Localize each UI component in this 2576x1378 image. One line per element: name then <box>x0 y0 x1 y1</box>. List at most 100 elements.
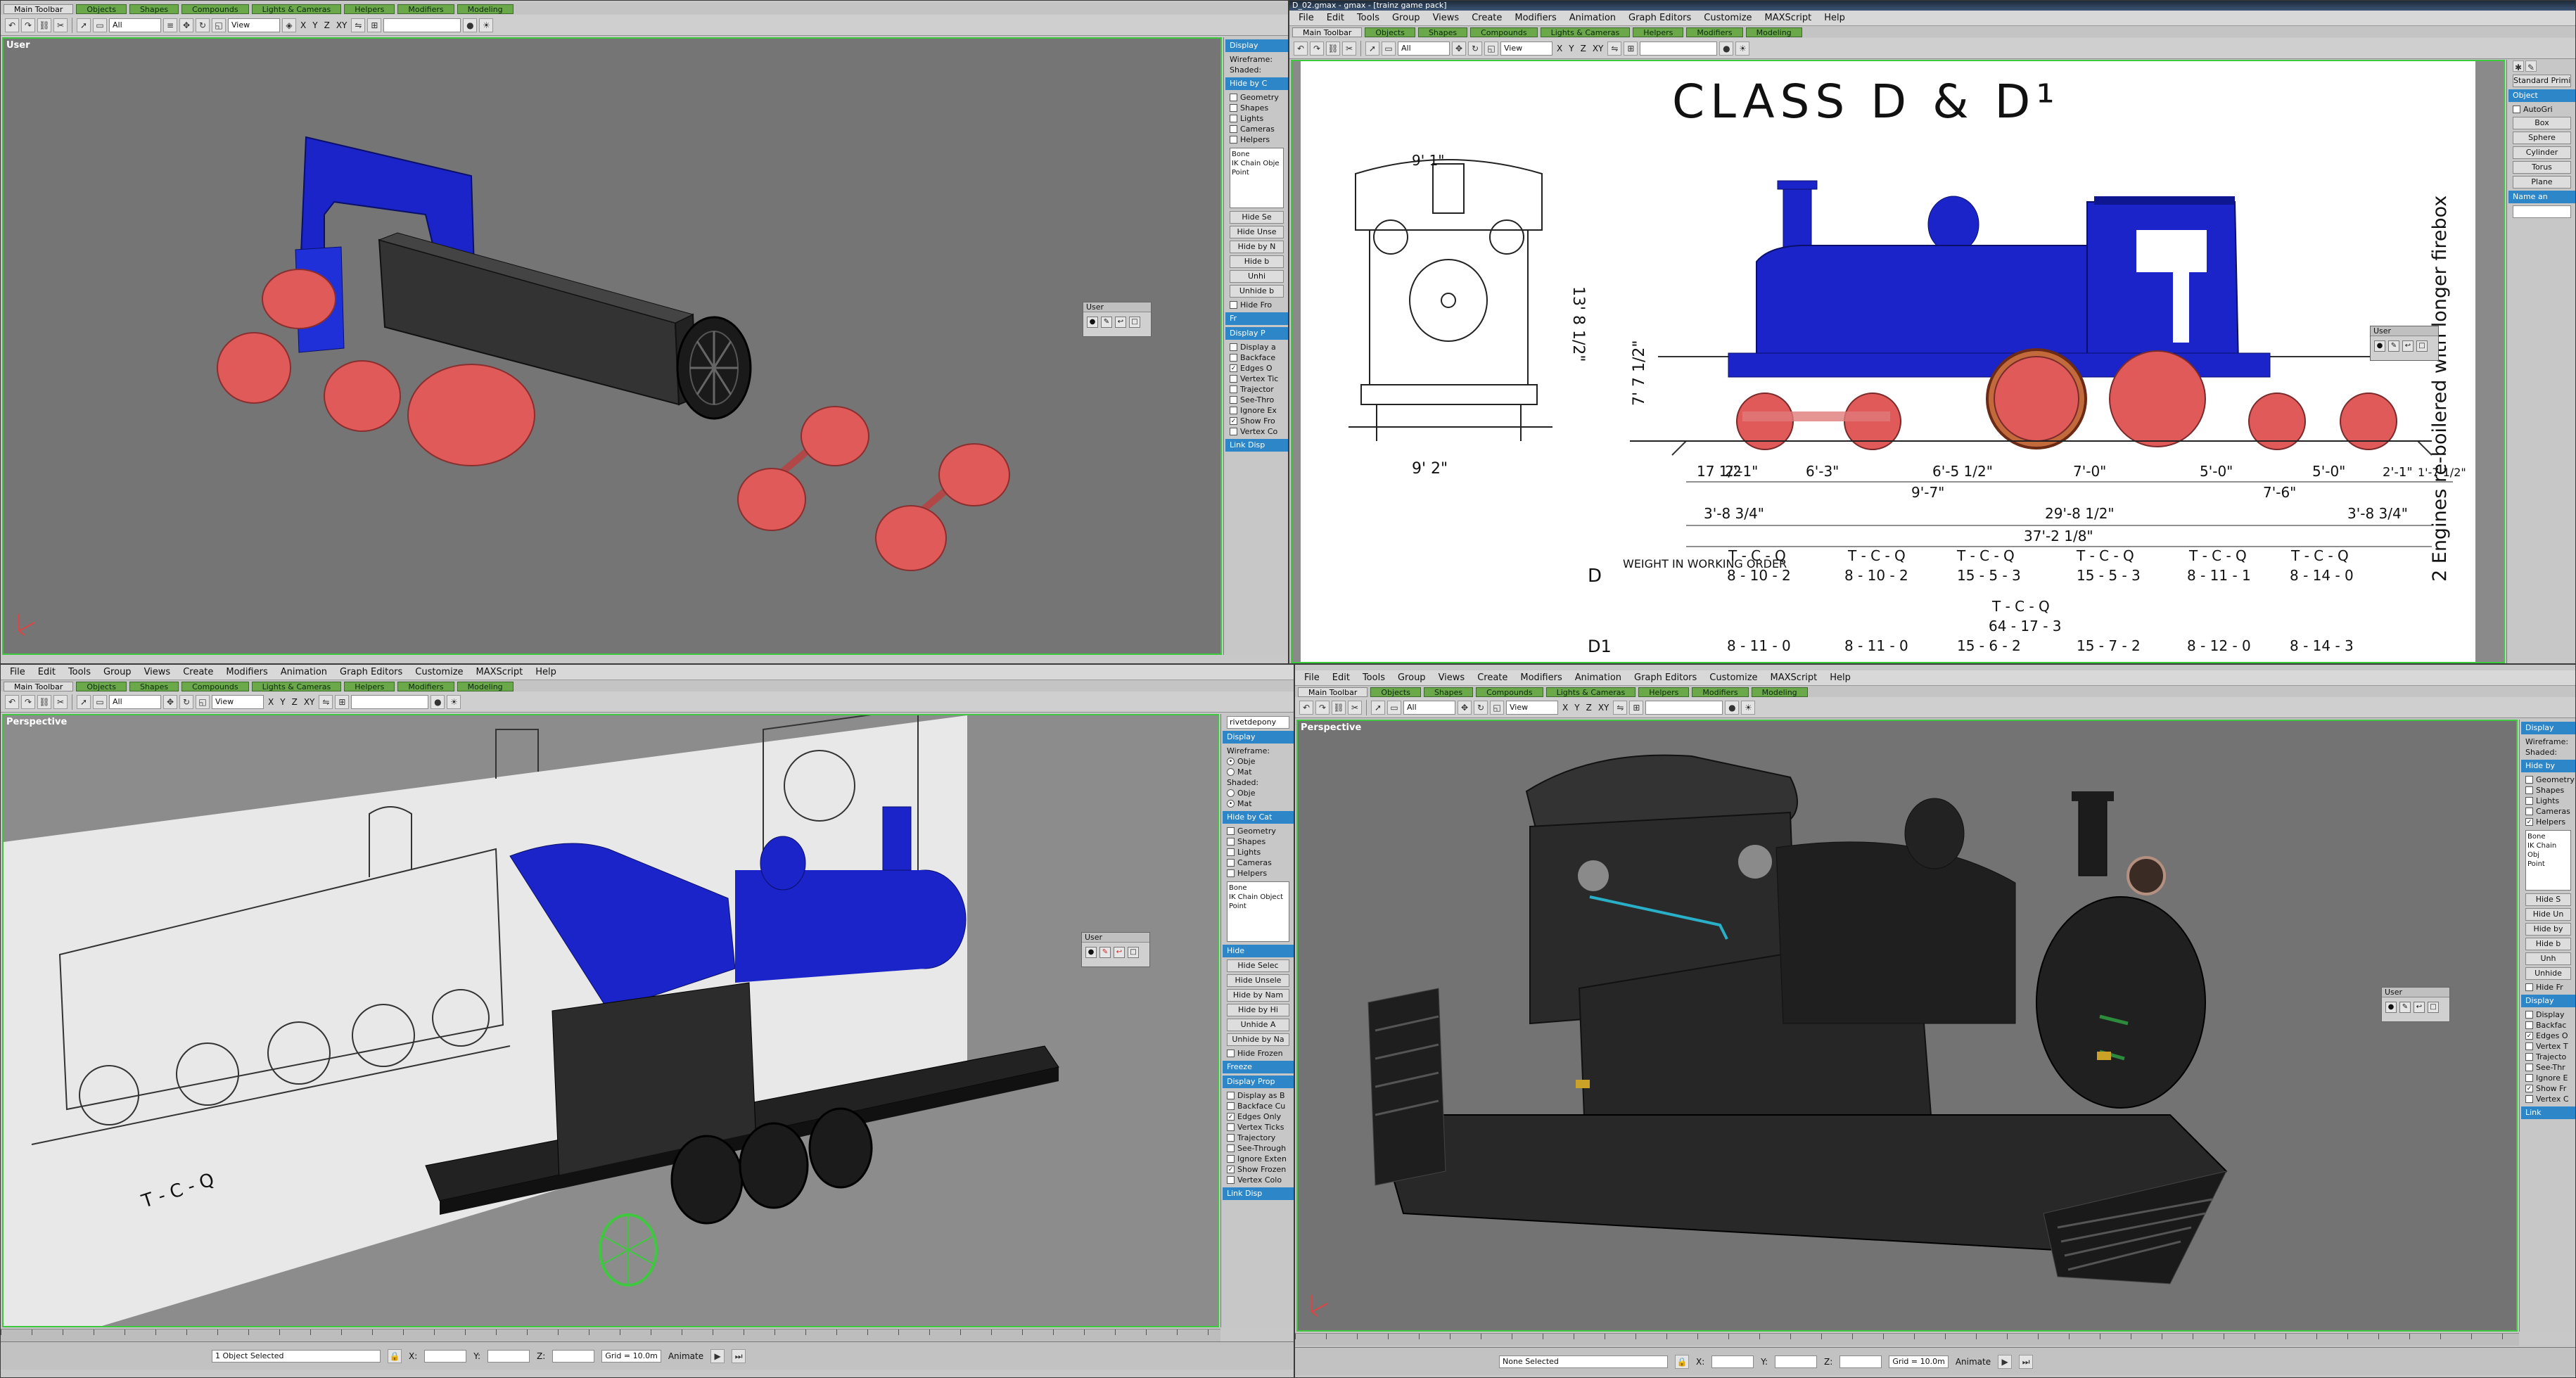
checkbox-trajectory[interactable]: Trajector <box>1224 384 1288 395</box>
unlink-icon[interactable]: ✂ <box>1342 41 1356 56</box>
rollout-display-properties[interactable]: Display Prop <box>1223 1076 1294 1088</box>
checkbox-see-through[interactable]: See-Thro <box>1224 395 1288 405</box>
axis-xy-button[interactable]: XY <box>1590 44 1606 53</box>
curve-icon[interactable]: ↩ <box>1115 317 1126 328</box>
redo-icon[interactable]: ↷ <box>1315 700 1330 715</box>
checkbox-display-as-box[interactable]: Display a <box>1224 342 1288 352</box>
axis-y-button[interactable]: Y <box>1572 703 1581 713</box>
material-editor-icon[interactable]: ● <box>1719 41 1734 56</box>
checkbox-edges-only[interactable]: ✓ Edges O <box>1224 363 1288 374</box>
checkbox-geometry[interactable]: Geometry <box>2520 774 2575 785</box>
checkbox-shapes[interactable]: Shapes <box>1221 836 1294 847</box>
play-icon[interactable]: ▶ <box>1998 1354 2013 1369</box>
menu-graph-editors[interactable]: Graph Editors <box>1622 13 1697 23</box>
checkbox-edges-only[interactable]: ✓ Edges O <box>2520 1031 2575 1041</box>
floating-user-panel[interactable]: User ● ✎ ↩ □ <box>2381 987 2450 1022</box>
rollout-hide-by-category[interactable]: Hide by Cat <box>1223 811 1294 824</box>
checkbox-backface[interactable]: Backface Cu <box>1221 1101 1294 1111</box>
viewport-front-blueprint[interactable]: CLASS D & D¹ 2 Engines re-boilered with … <box>1291 60 2505 663</box>
create-icon[interactable]: ✱ <box>2513 60 2524 72</box>
checkbox-hide-frozen[interactable]: Hide Fro <box>1224 300 1288 310</box>
undo-icon[interactable]: ↶ <box>5 18 19 32</box>
scale-icon[interactable]: ◱ <box>1490 700 1504 715</box>
rollout-object-type[interactable]: Object <box>2508 89 2575 102</box>
menu-help[interactable]: Help <box>529 667 563 677</box>
named-selection-set[interactable] <box>351 694 429 709</box>
checkbox-vertex-colors[interactable]: Vertex Colo <box>1221 1175 1294 1185</box>
axis-y-button[interactable]: Y <box>1567 44 1576 53</box>
menu-group[interactable]: Group <box>1386 13 1427 23</box>
pen-icon[interactable]: ✎ <box>2388 340 2399 352</box>
checkbox-shapes[interactable]: Shapes <box>1224 103 1288 113</box>
rollout-display[interactable]: Display <box>2521 722 2575 734</box>
checkbox-see-through[interactable]: See-Thr <box>2520 1062 2575 1073</box>
y-coord-field[interactable] <box>487 1349 530 1363</box>
rotate-icon[interactable]: ↻ <box>179 694 193 709</box>
axis-x-button[interactable]: X <box>266 697 276 707</box>
menu-file[interactable]: File <box>1298 672 1326 683</box>
menu-edit[interactable]: Edit <box>32 667 62 677</box>
tab-modifiers[interactable]: Modifiers <box>1692 687 1749 697</box>
hide-unselected-button[interactable]: Hide Un <box>2525 908 2571 921</box>
menu-customize[interactable]: Customize <box>1697 13 1758 23</box>
select-region-icon[interactable]: ▭ <box>1382 41 1396 56</box>
menu-maxscript[interactable]: MAXScript <box>1764 672 1824 683</box>
sphere-icon[interactable]: ● <box>1085 947 1097 958</box>
square-icon[interactable]: □ <box>2428 1002 2439 1013</box>
select-by-name-icon[interactable]: ≡ <box>163 18 177 32</box>
hide-selected-button[interactable]: Hide Se <box>1230 211 1284 224</box>
checkbox-cameras[interactable]: Cameras <box>1221 857 1294 868</box>
axis-x-button[interactable]: X <box>1555 44 1564 53</box>
checkbox-ignore-extents[interactable]: Ignore E <box>2520 1073 2575 1083</box>
tab-lights-cameras[interactable]: Lights & Cameras <box>251 682 342 691</box>
category-list[interactable]: Bone IK Chain Obje Point <box>1230 148 1284 208</box>
wireframe-object-radio[interactable]: • Obje <box>1221 756 1294 767</box>
redo-icon[interactable]: ↷ <box>21 18 35 32</box>
align-icon[interactable]: ⊞ <box>1629 700 1644 715</box>
wireframe-material-radio[interactable]: Mat <box>1221 767 1294 777</box>
unhide-all-button[interactable]: Unh <box>2525 952 2571 965</box>
cylinder-button[interactable]: Cylinder <box>2513 146 2571 159</box>
z-coord-field[interactable] <box>552 1349 595 1363</box>
tab-lights-cameras[interactable]: Lights & Cameras <box>251 4 342 14</box>
menu-animation[interactable]: Animation <box>274 667 333 677</box>
checkbox-trajectory[interactable]: Trajectory <box>1221 1133 1294 1143</box>
square-icon[interactable]: □ <box>2416 340 2428 352</box>
checkbox-edges-only[interactable]: ✓ Edges Only <box>1221 1111 1294 1122</box>
select-region-icon[interactable]: ▭ <box>93 694 107 709</box>
curve-icon[interactable]: ↩ <box>2414 1002 2425 1013</box>
checkbox-backface[interactable]: Backfac <box>2520 1020 2575 1031</box>
menu-help[interactable]: Help <box>1818 13 1851 23</box>
link-icon[interactable]: ⛓ <box>1326 41 1340 56</box>
tab-helpers[interactable]: Helpers <box>1633 27 1684 37</box>
axis-x-button[interactable]: X <box>1560 703 1570 713</box>
move-icon[interactable]: ✥ <box>1458 700 1472 715</box>
rollout-display[interactable]: Display <box>1223 731 1294 744</box>
checkbox-ignore-extents[interactable]: Ignore Ex <box>1224 405 1288 416</box>
viewport-label[interactable]: Perspective <box>1301 722 1361 733</box>
hide-selected-button[interactable]: Hide Selec <box>1227 959 1289 972</box>
selection-filter[interactable]: All <box>1398 41 1450 56</box>
z-coord-field[interactable] <box>1839 1355 1882 1368</box>
checkbox-see-through[interactable]: See-Through <box>1221 1143 1294 1154</box>
viewport-perspective-left[interactable]: Perspective T - C - Q <box>2 714 1219 1327</box>
mirror-icon[interactable]: ⇋ <box>351 18 366 32</box>
move-icon[interactable]: ✥ <box>1452 41 1466 56</box>
name-field[interactable] <box>2513 205 2571 218</box>
checkbox-lights[interactable]: Lights <box>1224 113 1288 124</box>
align-icon[interactable]: ⊞ <box>1624 41 1638 56</box>
menu-customize[interactable]: Customize <box>409 667 469 677</box>
hide-by-hit-button[interactable]: Hide b <box>1230 255 1284 268</box>
select-icon[interactable]: ➚ <box>1365 41 1379 56</box>
next-frame-icon[interactable]: ⏭ <box>732 1348 746 1363</box>
checkbox-helpers[interactable]: Helpers <box>1224 134 1288 145</box>
tab-lights-cameras[interactable]: Lights & Cameras <box>1545 687 1636 697</box>
unhide-all-button[interactable]: Unhi <box>1230 270 1284 283</box>
select-region-icon[interactable]: ▭ <box>1387 700 1401 715</box>
shaded-material-radio[interactable]: • Mat <box>1221 798 1294 809</box>
checkbox-vertex-colors[interactable]: Vertex Co <box>1224 426 1288 437</box>
primitive-type-select[interactable]: Standard Primit <box>2513 75 2571 87</box>
hide-by-name-button[interactable]: Hide by <box>2525 923 2571 936</box>
unlink-icon[interactable]: ✂ <box>53 18 68 32</box>
menu-file[interactable]: File <box>4 667 32 677</box>
